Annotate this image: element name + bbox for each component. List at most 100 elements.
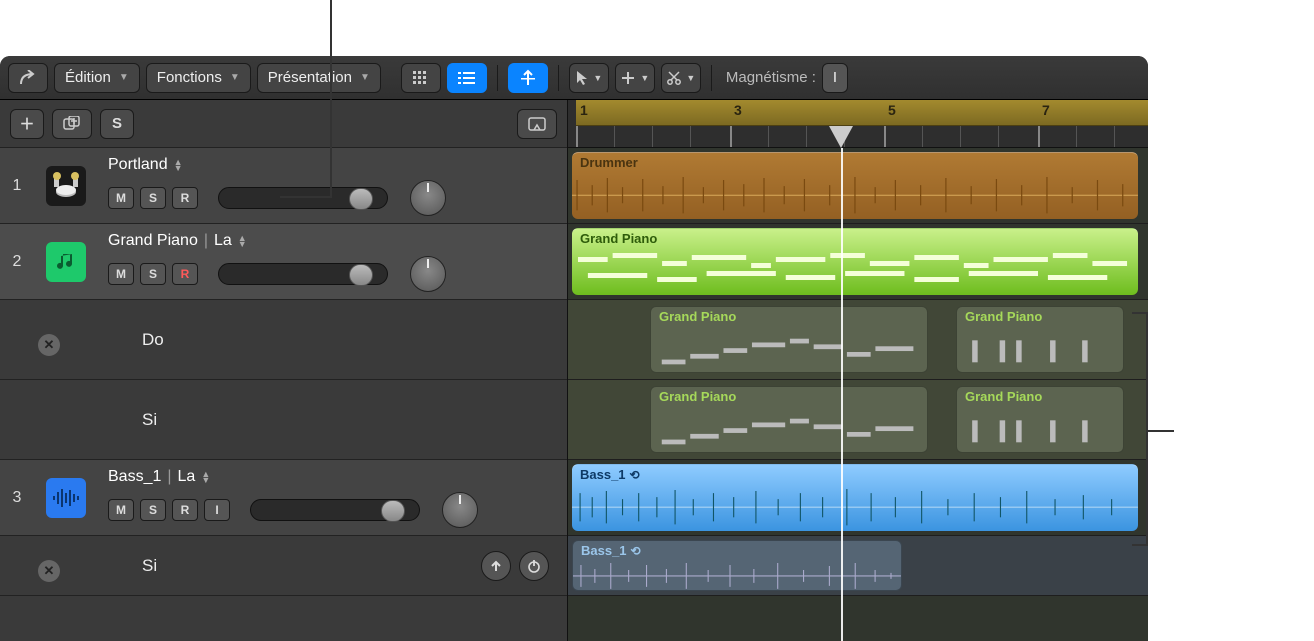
chevron-down-icon: ▼ — [230, 72, 240, 83]
track-header-2[interactable]: 2 Grand Piano | La ▲▼ M S — [0, 224, 567, 300]
track-header-1[interactable]: 1 Portland ▲▼ M S R — [0, 148, 567, 224]
take-lane-bass-area[interactable]: Bass_1⟲ — [568, 536, 1148, 596]
snap-label: Magnétisme : — [726, 69, 816, 86]
take-lane-label: Si — [98, 410, 567, 430]
mute-button[interactable]: M — [108, 263, 134, 285]
record-enable-button[interactable]: R — [172, 187, 198, 209]
solo-button[interactable]: S — [140, 499, 166, 521]
waveform-icon — [572, 175, 1138, 215]
drummer-region[interactable]: Drummer — [572, 152, 1138, 219]
bass-take-region[interactable]: Bass_1⟲ — [572, 540, 902, 591]
midi-notes-icon — [657, 333, 921, 371]
ruler-mark: 7 — [1042, 102, 1050, 118]
tracks-area[interactable]: 1 3 5 7 Drummer — [568, 100, 1148, 641]
edition-menu[interactable]: Édition ▼ — [54, 63, 140, 93]
duplicate-track-button[interactable] — [52, 109, 92, 139]
input-monitor-button[interactable]: I — [204, 499, 230, 521]
record-enable-button[interactable]: R — [172, 263, 198, 285]
callout-bracket-out — [1146, 430, 1174, 432]
solo-button[interactable]: S — [140, 263, 166, 285]
take-lane-label: Do — [98, 330, 567, 350]
track-name[interactable]: Grand Piano | La ▲▼ — [108, 232, 557, 250]
track-number: 2 — [0, 224, 34, 299]
track-lane-2[interactable]: Grand Piano — [568, 224, 1148, 300]
track-name[interactable]: Bass_1 | La ▲▼ — [108, 468, 557, 486]
software-instrument-icon — [46, 242, 86, 282]
piano-take-region[interactable]: Grand Piano — [956, 306, 1124, 373]
marquee-tool-button[interactable]: ▼ — [615, 63, 655, 93]
track-header-config-button[interactable] — [517, 109, 557, 139]
callout-line — [330, 0, 332, 196]
promote-take-button[interactable] — [481, 551, 511, 581]
track-headers-toolbar: ＋ S — [0, 100, 567, 148]
track-number: 3 — [0, 460, 34, 535]
loop-icon: ⟲ — [630, 468, 640, 482]
ruler[interactable]: 1 3 5 7 — [568, 100, 1148, 148]
snap-value-dropdown[interactable]: I — [822, 63, 848, 93]
ruler-mark: 1 — [580, 102, 588, 118]
midi-notes-icon — [963, 333, 1117, 370]
bass-region-main[interactable]: Bass_1⟲ — [572, 464, 1138, 531]
chevron-down-icon: ▼ — [686, 73, 695, 83]
piano-take-region[interactable]: Grand Piano — [650, 386, 928, 453]
pan-knob[interactable] — [410, 256, 446, 292]
take-lane-do[interactable]: ✕ Do — [0, 300, 567, 380]
track-name[interactable]: Portland ▲▼ — [108, 156, 557, 174]
take-lane-label: Si — [98, 556, 481, 576]
track-header-3[interactable]: 3 Bass_1 | La ▲▼ M S — [0, 460, 567, 536]
volume-slider[interactable] — [250, 499, 420, 521]
region-label: Drummer — [580, 155, 638, 170]
scissors-tool-button[interactable]: ▼ — [661, 63, 701, 93]
piano-take-region[interactable]: Grand Piano — [956, 386, 1124, 453]
sort-icon: ▲▼ — [174, 159, 183, 171]
callout-bracket-bot — [1132, 544, 1146, 546]
presentation-menu[interactable]: Présentation▼ — [257, 63, 381, 93]
track-lane-1[interactable]: Drummer — [568, 148, 1148, 224]
take-lane-si-area[interactable]: Grand Piano Grand Piano — [568, 380, 1148, 460]
region-label: Bass_1⟲ — [580, 467, 640, 482]
drummer-track-icon — [46, 166, 86, 206]
ruler-mark: 5 — [888, 102, 896, 118]
chevron-down-icon: ▼ — [119, 72, 129, 83]
solo-button[interactable]: S — [140, 187, 166, 209]
take-lane-do-area[interactable]: Grand Piano Grand Piano — [568, 300, 1148, 380]
logic-pro-window: Édition ▼ Fonctions ▼ Présentation▼ ▼ ▼ — [0, 56, 1148, 641]
fonctions-menu[interactable]: Fonctions ▼ — [146, 63, 251, 93]
track-lane-3[interactable]: Bass_1⟲ — [568, 460, 1148, 536]
midi-notes-icon — [578, 253, 1132, 289]
fonctions-menu-label: Fonctions — [157, 69, 222, 86]
chevron-down-icon: ▼ — [593, 73, 602, 83]
chevron-down-icon: ▼ — [360, 72, 370, 83]
pointer-tool-button[interactable]: ▼ — [569, 63, 609, 93]
piano-region-main[interactable]: Grand Piano — [572, 228, 1138, 295]
chevron-down-icon: ▼ — [640, 73, 649, 83]
mute-button[interactable]: M — [108, 187, 134, 209]
take-lane-si-bass[interactable]: ✕ Si — [0, 536, 567, 596]
region-label: Grand Piano — [965, 309, 1042, 324]
record-enable-button[interactable]: R — [172, 499, 198, 521]
region-label: Grand Piano — [580, 231, 657, 246]
grid-view-button[interactable] — [401, 63, 441, 93]
catch-playhead-button[interactable] — [508, 63, 548, 93]
add-track-button[interactable]: ＋ — [10, 109, 44, 139]
tracks-toolbar: Édition ▼ Fonctions ▼ Présentation▼ ▼ ▼ — [0, 56, 1148, 100]
waveform-icon — [573, 561, 901, 591]
pan-knob[interactable] — [410, 180, 446, 216]
ruler-mark: 3 — [734, 102, 742, 118]
midi-notes-icon — [657, 413, 921, 451]
back-arrow-button[interactable] — [8, 63, 48, 93]
sort-icon: ▲▼ — [201, 471, 210, 483]
mute-button[interactable]: M — [108, 499, 134, 521]
list-view-button[interactable] — [447, 63, 487, 93]
playhead-line — [841, 148, 843, 641]
pan-knob[interactable] — [442, 492, 478, 528]
track-number: 1 — [0, 148, 34, 223]
edition-menu-label: Édition — [65, 69, 111, 86]
power-button[interactable] — [519, 551, 549, 581]
global-solo-button[interactable]: S — [100, 109, 134, 139]
close-take-folder-button[interactable]: ✕ — [38, 334, 60, 356]
piano-take-region[interactable]: Grand Piano — [650, 306, 928, 373]
close-take-folder-button[interactable]: ✕ — [38, 560, 60, 582]
take-lane-si[interactable]: Si — [0, 380, 567, 460]
volume-slider[interactable] — [218, 263, 388, 285]
